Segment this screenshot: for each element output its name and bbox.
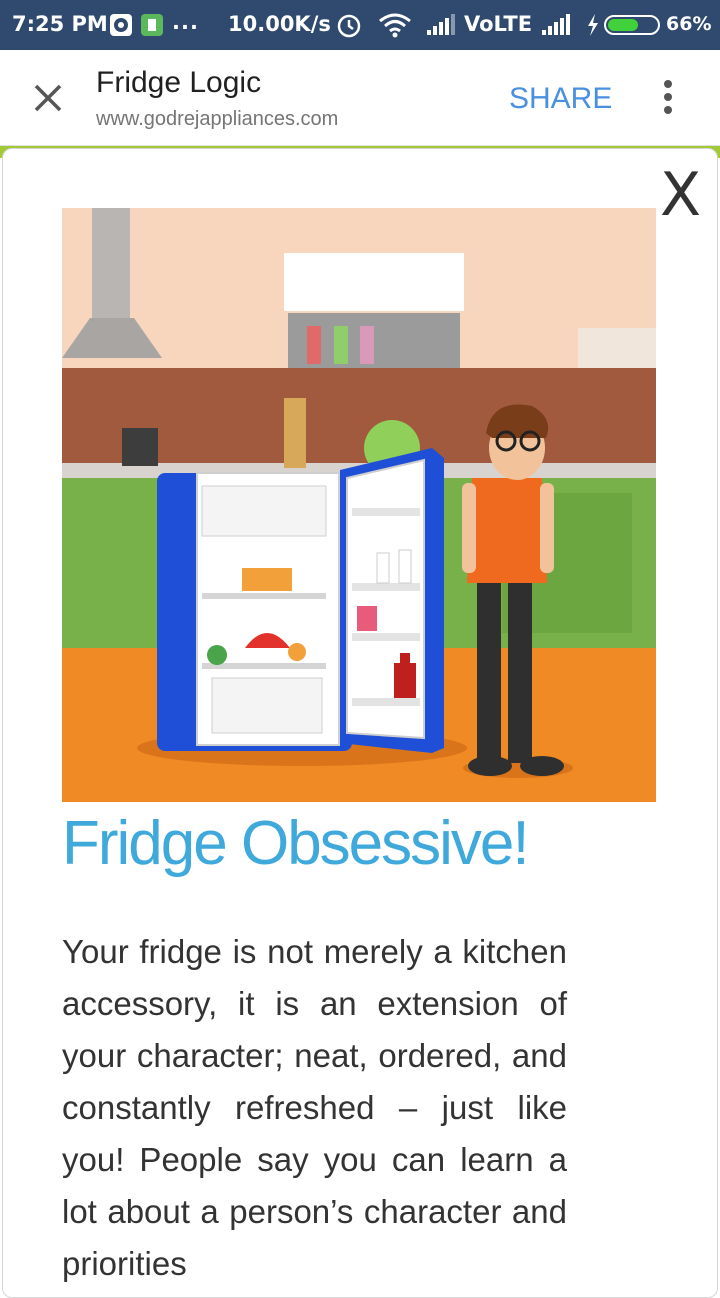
battery-icon xyxy=(604,15,660,35)
volte-label: VoLTE xyxy=(464,12,532,36)
result-heading: Fridge Obsessive! xyxy=(62,808,528,879)
signal-icon-2 xyxy=(540,14,574,36)
browser-toolbar: Fridge Logic www.godrejappliances.com SH… xyxy=(0,50,720,146)
sim-icon xyxy=(141,14,163,36)
alarm-icon xyxy=(336,12,362,38)
wifi-icon xyxy=(378,11,412,39)
more-notifications-icon: ... xyxy=(172,10,199,34)
close-icon[interactable] xyxy=(28,78,68,118)
fridge-illustration xyxy=(62,208,656,802)
whatsapp-icon xyxy=(110,14,132,36)
status-bar: 7:25 PM ... 10.00K/s VoLTE 66% xyxy=(0,0,720,50)
network-speed: 10.00K/s xyxy=(228,12,331,36)
signal-icon xyxy=(425,14,457,36)
battery-percent: 66% xyxy=(666,13,711,35)
charging-icon xyxy=(586,14,600,36)
more-options-icon[interactable] xyxy=(656,80,680,120)
share-button[interactable]: SHARE xyxy=(509,82,612,116)
card-close-button[interactable]: X xyxy=(660,163,701,227)
result-description: Your fridge is not merely a kitchen acce… xyxy=(62,926,567,1290)
status-time: 7:25 PM xyxy=(12,12,108,36)
page-url: www.godrejappliances.com xyxy=(96,108,338,131)
page-title: Fridge Logic xyxy=(96,66,261,100)
